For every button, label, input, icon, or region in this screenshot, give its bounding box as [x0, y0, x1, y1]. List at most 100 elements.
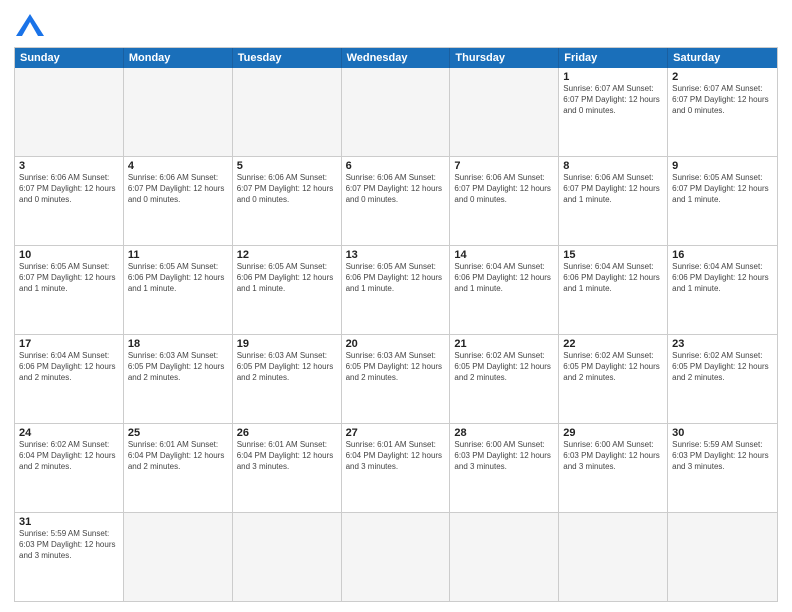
day-cell-17: 17Sunrise: 6:04 AM Sunset: 6:06 PM Dayli… — [15, 335, 124, 423]
day-number: 13 — [346, 249, 446, 261]
day-number: 5 — [237, 160, 337, 172]
day-cell-10: 10Sunrise: 6:05 AM Sunset: 6:07 PM Dayli… — [15, 246, 124, 334]
day-cell-3: 3Sunrise: 6:06 AM Sunset: 6:07 PM Daylig… — [15, 157, 124, 245]
day-info: Sunrise: 6:04 AM Sunset: 6:06 PM Dayligh… — [19, 351, 119, 383]
empty-cell — [15, 68, 124, 156]
day-number: 9 — [672, 160, 773, 172]
day-number: 7 — [454, 160, 554, 172]
calendar: SundayMondayTuesdayWednesdayThursdayFrid… — [14, 47, 778, 602]
day-number: 11 — [128, 249, 228, 261]
empty-cell — [124, 513, 233, 601]
day-info: Sunrise: 6:05 AM Sunset: 6:06 PM Dayligh… — [346, 262, 446, 294]
day-number: 1 — [563, 71, 663, 83]
day-number: 22 — [563, 338, 663, 350]
day-cell-28: 28Sunrise: 6:00 AM Sunset: 6:03 PM Dayli… — [450, 424, 559, 512]
calendar-body: 1Sunrise: 6:07 AM Sunset: 6:07 PM Daylig… — [15, 68, 777, 601]
day-number: 21 — [454, 338, 554, 350]
day-info: Sunrise: 6:06 AM Sunset: 6:07 PM Dayligh… — [237, 173, 337, 205]
day-number: 15 — [563, 249, 663, 261]
day-number: 8 — [563, 160, 663, 172]
day-info: Sunrise: 6:05 AM Sunset: 6:06 PM Dayligh… — [237, 262, 337, 294]
day-info: Sunrise: 6:05 AM Sunset: 6:07 PM Dayligh… — [19, 262, 119, 294]
empty-cell — [233, 513, 342, 601]
empty-cell — [233, 68, 342, 156]
day-info: Sunrise: 6:03 AM Sunset: 6:05 PM Dayligh… — [128, 351, 228, 383]
day-number: 4 — [128, 160, 228, 172]
day-number: 19 — [237, 338, 337, 350]
day-cell-1: 1Sunrise: 6:07 AM Sunset: 6:07 PM Daylig… — [559, 68, 668, 156]
day-info: Sunrise: 5:59 AM Sunset: 6:03 PM Dayligh… — [19, 529, 119, 561]
day-cell-12: 12Sunrise: 6:05 AM Sunset: 6:06 PM Dayli… — [233, 246, 342, 334]
day-cell-23: 23Sunrise: 6:02 AM Sunset: 6:05 PM Dayli… — [668, 335, 777, 423]
day-number: 16 — [672, 249, 773, 261]
day-number: 20 — [346, 338, 446, 350]
day-cell-5: 5Sunrise: 6:06 AM Sunset: 6:07 PM Daylig… — [233, 157, 342, 245]
page: SundayMondayTuesdayWednesdayThursdayFrid… — [0, 0, 792, 612]
day-number: 14 — [454, 249, 554, 261]
day-cell-9: 9Sunrise: 6:05 AM Sunset: 6:07 PM Daylig… — [668, 157, 777, 245]
day-number: 2 — [672, 71, 773, 83]
calendar-row-5: 31Sunrise: 5:59 AM Sunset: 6:03 PM Dayli… — [15, 512, 777, 601]
day-cell-27: 27Sunrise: 6:01 AM Sunset: 6:04 PM Dayli… — [342, 424, 451, 512]
day-cell-16: 16Sunrise: 6:04 AM Sunset: 6:06 PM Dayli… — [668, 246, 777, 334]
day-info: Sunrise: 6:01 AM Sunset: 6:04 PM Dayligh… — [128, 440, 228, 472]
day-cell-29: 29Sunrise: 6:00 AM Sunset: 6:03 PM Dayli… — [559, 424, 668, 512]
day-info: Sunrise: 6:02 AM Sunset: 6:04 PM Dayligh… — [19, 440, 119, 472]
day-cell-11: 11Sunrise: 6:05 AM Sunset: 6:06 PM Dayli… — [124, 246, 233, 334]
day-number: 24 — [19, 427, 119, 439]
day-info: Sunrise: 6:02 AM Sunset: 6:05 PM Dayligh… — [672, 351, 773, 383]
logo-icon — [16, 14, 44, 36]
day-cell-30: 30Sunrise: 5:59 AM Sunset: 6:03 PM Dayli… — [668, 424, 777, 512]
day-info: Sunrise: 5:59 AM Sunset: 6:03 PM Dayligh… — [672, 440, 773, 472]
day-number: 10 — [19, 249, 119, 261]
empty-cell — [450, 513, 559, 601]
day-info: Sunrise: 6:03 AM Sunset: 6:05 PM Dayligh… — [346, 351, 446, 383]
day-cell-4: 4Sunrise: 6:06 AM Sunset: 6:07 PM Daylig… — [124, 157, 233, 245]
day-info: Sunrise: 6:01 AM Sunset: 6:04 PM Dayligh… — [346, 440, 446, 472]
day-number: 3 — [19, 160, 119, 172]
day-cell-8: 8Sunrise: 6:06 AM Sunset: 6:07 PM Daylig… — [559, 157, 668, 245]
day-number: 6 — [346, 160, 446, 172]
day-info: Sunrise: 6:02 AM Sunset: 6:05 PM Dayligh… — [563, 351, 663, 383]
weekday-header-friday: Friday — [559, 48, 668, 68]
calendar-row-2: 10Sunrise: 6:05 AM Sunset: 6:07 PM Dayli… — [15, 245, 777, 334]
day-cell-2: 2Sunrise: 6:07 AM Sunset: 6:07 PM Daylig… — [668, 68, 777, 156]
day-info: Sunrise: 6:07 AM Sunset: 6:07 PM Dayligh… — [563, 84, 663, 116]
empty-cell — [124, 68, 233, 156]
empty-cell — [559, 513, 668, 601]
day-number: 18 — [128, 338, 228, 350]
day-info: Sunrise: 6:06 AM Sunset: 6:07 PM Dayligh… — [563, 173, 663, 205]
day-cell-24: 24Sunrise: 6:02 AM Sunset: 6:04 PM Dayli… — [15, 424, 124, 512]
calendar-row-1: 3Sunrise: 6:06 AM Sunset: 6:07 PM Daylig… — [15, 156, 777, 245]
day-info: Sunrise: 6:04 AM Sunset: 6:06 PM Dayligh… — [672, 262, 773, 294]
day-info: Sunrise: 6:01 AM Sunset: 6:04 PM Dayligh… — [237, 440, 337, 472]
day-number: 31 — [19, 516, 119, 528]
day-cell-26: 26Sunrise: 6:01 AM Sunset: 6:04 PM Dayli… — [233, 424, 342, 512]
empty-cell — [450, 68, 559, 156]
day-cell-7: 7Sunrise: 6:06 AM Sunset: 6:07 PM Daylig… — [450, 157, 559, 245]
day-info: Sunrise: 6:02 AM Sunset: 6:05 PM Dayligh… — [454, 351, 554, 383]
day-info: Sunrise: 6:06 AM Sunset: 6:07 PM Dayligh… — [19, 173, 119, 205]
day-number: 28 — [454, 427, 554, 439]
day-number: 17 — [19, 338, 119, 350]
day-cell-19: 19Sunrise: 6:03 AM Sunset: 6:05 PM Dayli… — [233, 335, 342, 423]
day-info: Sunrise: 6:04 AM Sunset: 6:06 PM Dayligh… — [454, 262, 554, 294]
weekday-header-saturday: Saturday — [668, 48, 777, 68]
day-cell-22: 22Sunrise: 6:02 AM Sunset: 6:05 PM Dayli… — [559, 335, 668, 423]
day-info: Sunrise: 6:04 AM Sunset: 6:06 PM Dayligh… — [563, 262, 663, 294]
day-cell-15: 15Sunrise: 6:04 AM Sunset: 6:06 PM Dayli… — [559, 246, 668, 334]
day-info: Sunrise: 6:06 AM Sunset: 6:07 PM Dayligh… — [454, 173, 554, 205]
day-info: Sunrise: 6:03 AM Sunset: 6:05 PM Dayligh… — [237, 351, 337, 383]
day-cell-25: 25Sunrise: 6:01 AM Sunset: 6:04 PM Dayli… — [124, 424, 233, 512]
day-number: 12 — [237, 249, 337, 261]
day-number: 29 — [563, 427, 663, 439]
weekday-header-wednesday: Wednesday — [342, 48, 451, 68]
day-info: Sunrise: 6:05 AM Sunset: 6:06 PM Dayligh… — [128, 262, 228, 294]
day-info: Sunrise: 6:07 AM Sunset: 6:07 PM Dayligh… — [672, 84, 773, 116]
day-cell-14: 14Sunrise: 6:04 AM Sunset: 6:06 PM Dayli… — [450, 246, 559, 334]
day-cell-6: 6Sunrise: 6:06 AM Sunset: 6:07 PM Daylig… — [342, 157, 451, 245]
day-cell-31: 31Sunrise: 5:59 AM Sunset: 6:03 PM Dayli… — [15, 513, 124, 601]
empty-cell — [668, 513, 777, 601]
day-info: Sunrise: 6:05 AM Sunset: 6:07 PM Dayligh… — [672, 173, 773, 205]
calendar-row-0: 1Sunrise: 6:07 AM Sunset: 6:07 PM Daylig… — [15, 68, 777, 156]
